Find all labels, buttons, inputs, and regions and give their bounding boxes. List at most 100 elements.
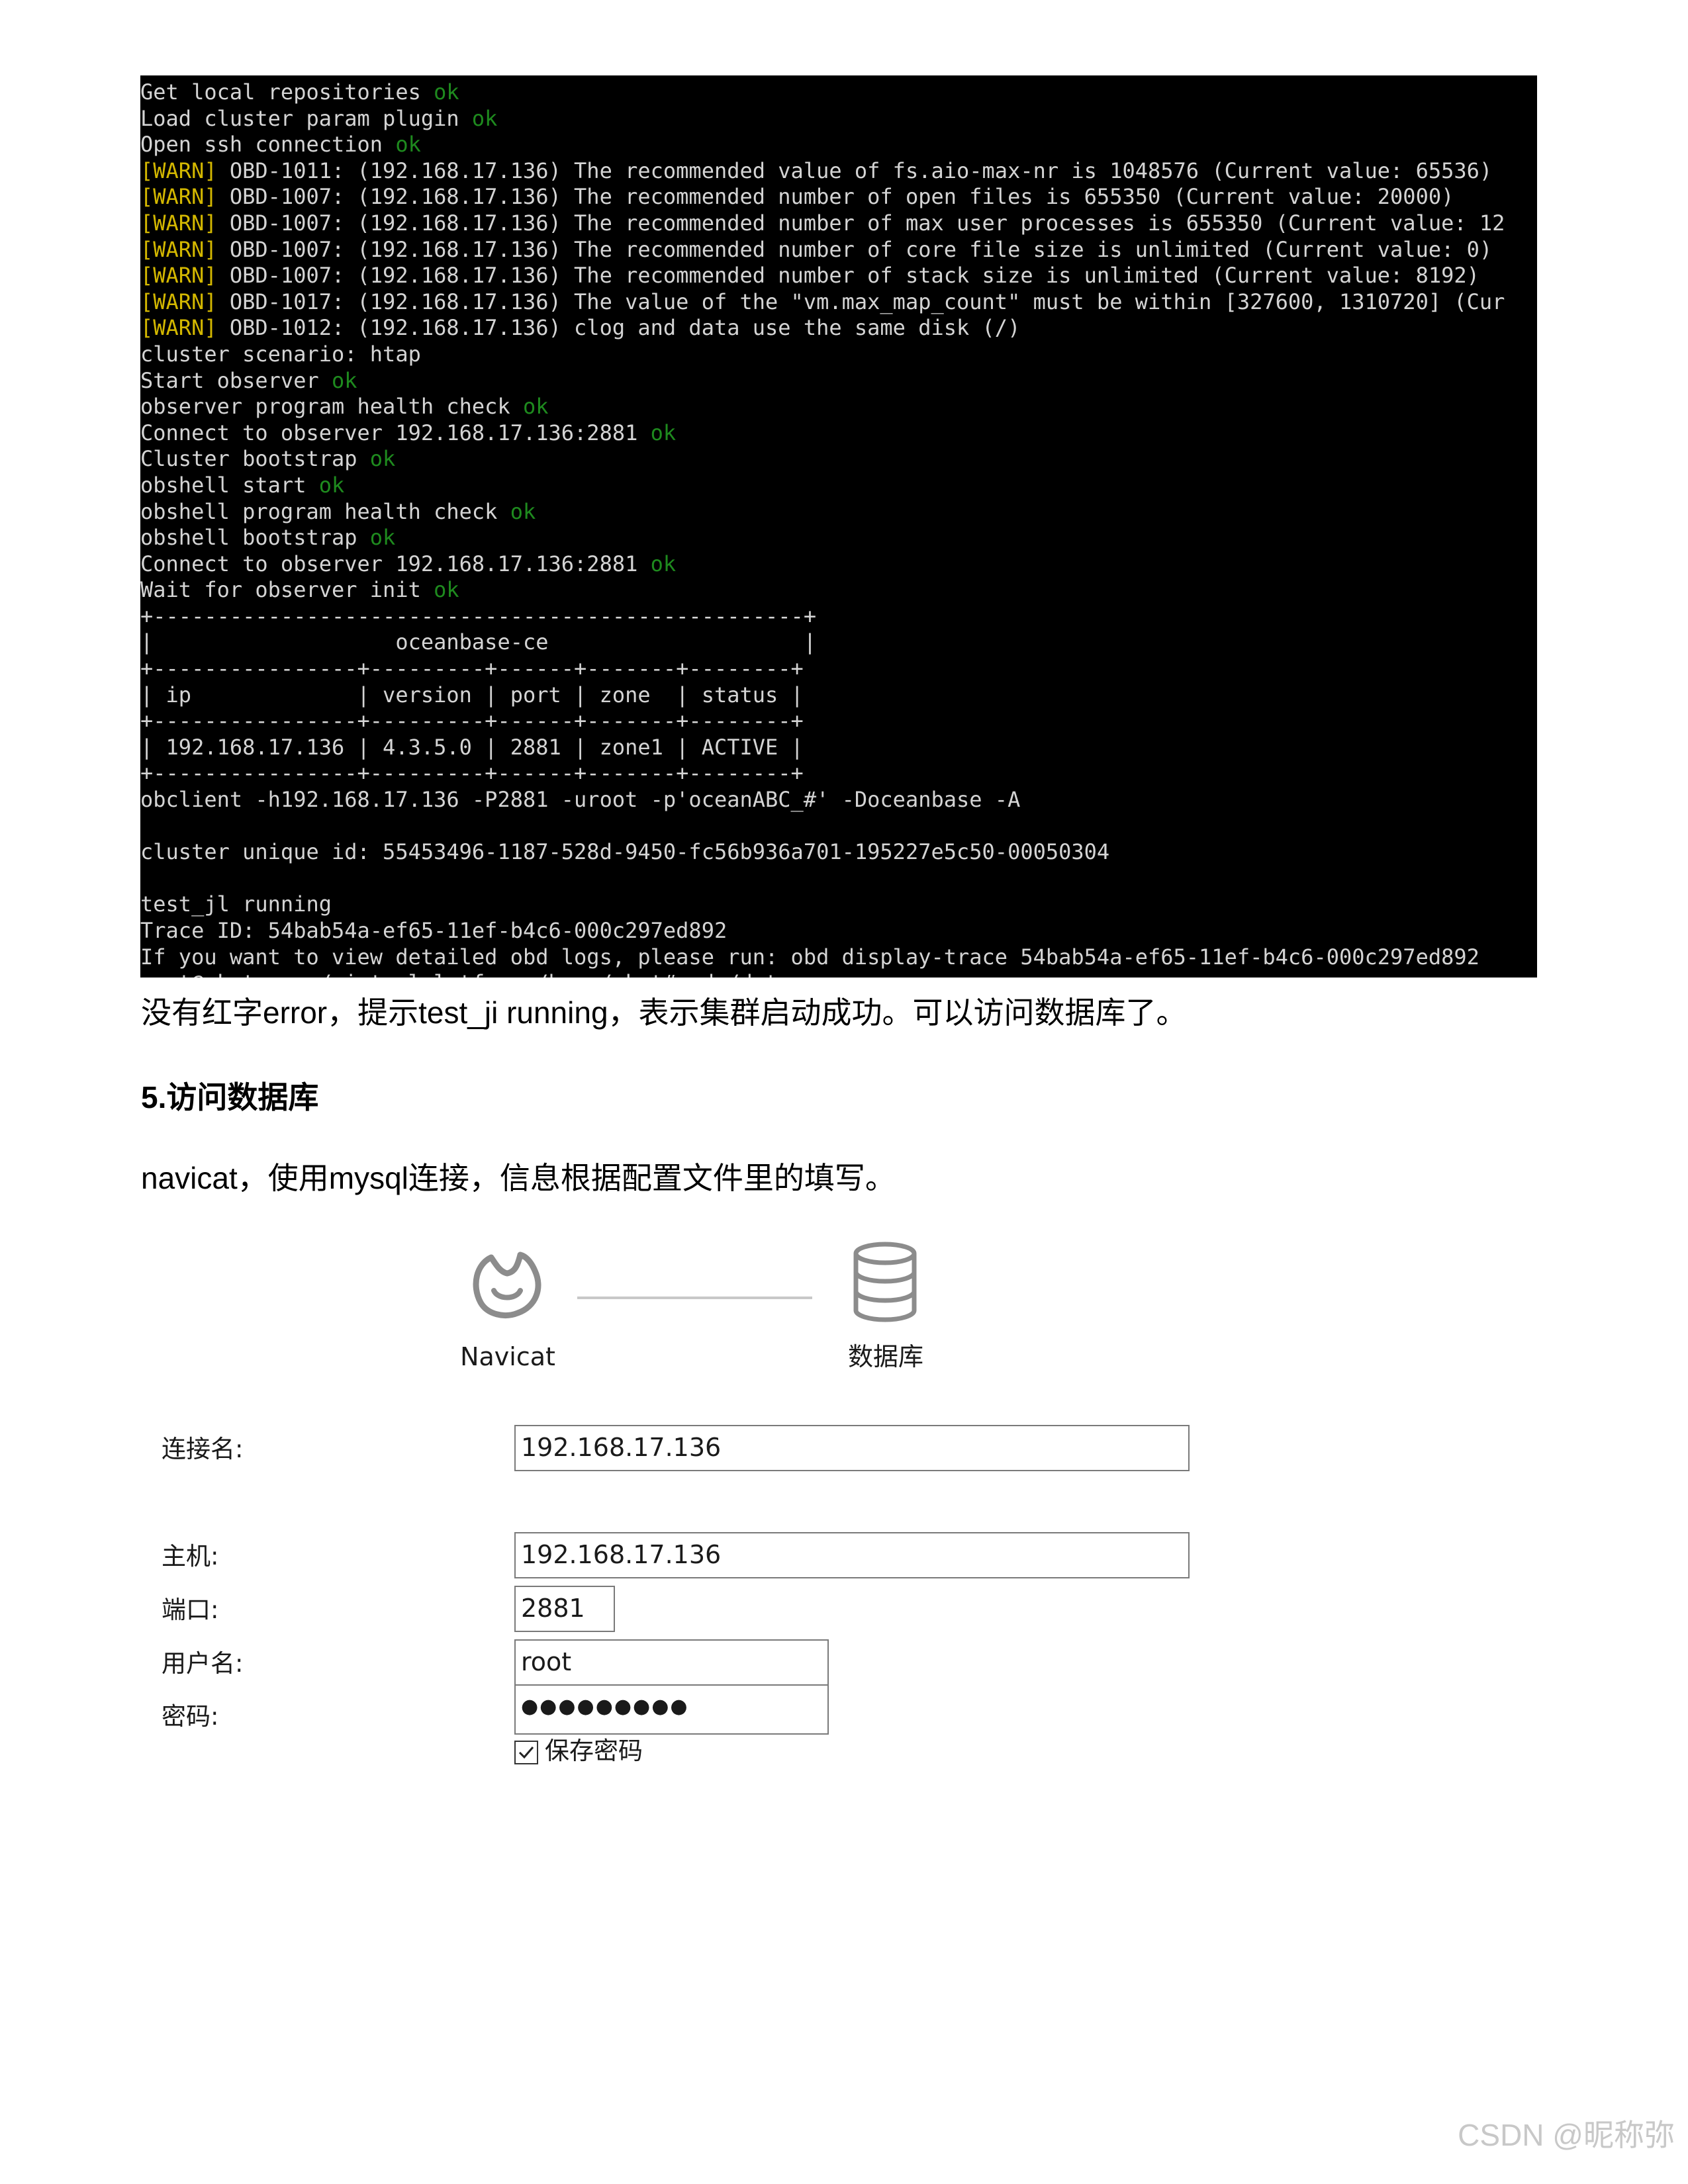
- navicat-connection-dialog: Navicat 数据库 连接名: 192.168.17.136 主机: 192.…: [140, 1224, 1266, 1794]
- terminal-line: +----------------+---------+------+-----…: [140, 656, 1505, 682]
- terminal-text: obshell bootstrap: [140, 525, 370, 551]
- terminal-text: cluster unique id: 55453496-1187-528d-94…: [140, 839, 1110, 865]
- terminal-text: Open ssh connection: [140, 132, 396, 158]
- terminal-text: observer program health check: [140, 394, 523, 420]
- terminal-line: [WARN] OBD-1017: (192.168.17.136) The va…: [140, 289, 1505, 316]
- terminal-line: +----------------+---------+------+-----…: [140, 708, 1505, 735]
- terminal-text: Trace ID: 54bab54a-ef65-11ef-b4c6-000c29…: [140, 918, 727, 943]
- terminal-line: obshell start ok: [140, 473, 1505, 499]
- terminal-line: Connect to observer 192.168.17.136:2881 …: [140, 420, 1505, 447]
- warn-tag: [WARN]: [140, 315, 217, 341]
- terminal-line: Get local repositories ok: [140, 79, 1505, 106]
- terminal-text: Connect to observer 192.168.17.136:2881: [140, 551, 651, 576]
- terminal-line: Open ssh connection ok: [140, 132, 1505, 158]
- terminal-text: +----------------+---------+------+-----…: [140, 760, 804, 786]
- section-heading-access-database: 5.访问数据库: [141, 1080, 319, 1115]
- terminal-line: [WARN] OBD-1012: (192.168.17.136) clog a…: [140, 315, 1505, 341]
- terminal-text: Wait for observer init: [140, 577, 434, 603]
- terminal-line: [WARN] OBD-1007: (192.168.17.136) The re…: [140, 263, 1505, 289]
- terminal-text: | oceanbase-ce |: [140, 629, 817, 655]
- connection-line: [577, 1297, 812, 1299]
- status-ok: ok: [434, 79, 459, 105]
- terminal-text: root@sket-vm:~/virtualplatform:/home/ske…: [140, 970, 791, 978]
- warn-tag: [WARN]: [140, 289, 217, 314]
- save-password-label: 保存密码: [545, 1737, 643, 1765]
- terminal-line: observer program health check ok: [140, 394, 1505, 420]
- terminal-line: obclient -h192.168.17.136 -P2881 -uroot …: [140, 787, 1505, 813]
- terminal-screenshot: Get local repositories ok Load cluster pa…: [140, 75, 1537, 978]
- terminal-line: [WARN] OBD-1007: (192.168.17.136) The re…: [140, 210, 1505, 237]
- terminal-output: Get local repositories ok Load cluster pa…: [140, 79, 1505, 978]
- terminal-text: Start observer: [140, 367, 332, 393]
- terminal-line: | ip | version | port | zone | status |: [140, 682, 1505, 709]
- warn-tag: [WARN]: [140, 263, 217, 289]
- terminal-text: Cluster bootstrap: [140, 446, 370, 472]
- watermark: CSDN @昵称弥: [1458, 2118, 1675, 2152]
- status-ok: ok: [318, 472, 345, 498]
- status-ok: ok: [650, 551, 677, 576]
- terminal-line: Start observer ok: [140, 368, 1505, 394]
- username-input[interactable]: root: [514, 1639, 829, 1686]
- terminal-line: test_jl running: [140, 891, 1505, 918]
- status-ok: ok: [331, 367, 357, 393]
- terminal-text: +----------------+---------+------+-----…: [140, 656, 804, 682]
- terminal-line: cluster unique id: 55453496-1187-528d-94…: [140, 839, 1505, 866]
- status-ok: ok: [369, 525, 396, 551]
- host-input[interactable]: 192.168.17.136: [514, 1532, 1190, 1578]
- warn-tag: [WARN]: [140, 158, 217, 183]
- terminal-text: OBD-1007: (192.168.17.136) The recommend…: [216, 236, 1493, 262]
- terminal-text: | 192.168.17.136 | 4.3.5.0 | 2881 | zone…: [140, 734, 804, 760]
- terminal-line: Trace ID: 54bab54a-ef65-11ef-b4c6-000c29…: [140, 918, 1505, 944]
- terminal-line: If you want to view detailed obd logs, p…: [140, 944, 1505, 971]
- terminal-line: [WARN] OBD-1011: (192.168.17.136) The re…: [140, 158, 1505, 185]
- status-ok: ok: [471, 105, 498, 131]
- terminal-line: obshell program health check ok: [140, 499, 1505, 525]
- terminal-text: Get local repositories: [140, 79, 434, 105]
- port-input[interactable]: 2881: [514, 1586, 615, 1632]
- terminal-line: Cluster bootstrap ok: [140, 446, 1505, 473]
- status-ok: ok: [434, 577, 459, 603]
- terminal-text: Load cluster param plugin: [140, 105, 472, 131]
- checkbox-box[interactable]: [514, 1741, 538, 1764]
- database-icon: [849, 1239, 921, 1325]
- terminal-line: cluster scenario: htap: [140, 341, 1505, 368]
- terminal-text: +----------------+---------+------+-----…: [140, 708, 804, 734]
- navicat-logo-icon: [465, 1239, 551, 1325]
- password-label: 密码:: [162, 1702, 219, 1731]
- status-ok: ok: [510, 498, 536, 524]
- warn-tag: [WARN]: [140, 184, 217, 210]
- connection-name-label: 连接名:: [162, 1435, 244, 1463]
- terminal-line: | 192.168.17.136 | 4.3.5.0 | 2881 | zone…: [140, 735, 1505, 761]
- navicat-label: Navicat: [460, 1342, 555, 1371]
- status-ok: ok: [650, 420, 677, 445]
- status-ok: ok: [395, 132, 421, 158]
- terminal-text: Connect to observer 192.168.17.136:2881: [140, 420, 651, 445]
- terminal-text: OBD-1011: (192.168.17.136) The recommend…: [216, 158, 1493, 183]
- host-label: 主机:: [162, 1542, 219, 1570]
- paragraph-cluster-started: 没有红字error，提示test_ji running，表示集群启动成功。可以访…: [141, 995, 1187, 1030]
- terminal-text: If you want to view detailed obd logs, p…: [140, 944, 1479, 970]
- status-ok: ok: [522, 394, 549, 420]
- terminal-text: obshell start: [140, 472, 319, 498]
- password-input[interactable]: ●●●●●●●●●: [514, 1684, 829, 1735]
- terminal-text: OBD-1017: (192.168.17.136) The value of …: [216, 289, 1505, 314]
- terminal-text: obclient -h192.168.17.136 -P2881 -uroot …: [140, 787, 1021, 813]
- database-label: 数据库: [847, 1342, 923, 1371]
- terminal-text: OBD-1007: (192.168.17.136) The recommend…: [216, 210, 1505, 236]
- connection-name-input[interactable]: 192.168.17.136: [514, 1425, 1190, 1471]
- terminal-line: | oceanbase-ce |: [140, 629, 1505, 656]
- terminal-text: | ip | version | port | zone | status |: [140, 682, 804, 707]
- terminal-text: cluster scenario: htap: [140, 341, 421, 367]
- terminal-text: OBD-1007: (192.168.17.136) The recommend…: [216, 263, 1479, 289]
- terminal-text: OBD-1012: (192.168.17.136) clog and data…: [216, 315, 1021, 341]
- warn-tag: [WARN]: [140, 236, 217, 262]
- terminal-line: root@sket-vm:~/virtualplatform:/home/ske…: [140, 970, 1505, 978]
- terminal-text: obshell program health check: [140, 498, 510, 524]
- terminal-line: Connect to observer 192.168.17.136:2881 …: [140, 551, 1505, 578]
- terminal-line: [WARN] OBD-1007: (192.168.17.136) The re…: [140, 237, 1505, 263]
- terminal-line: +---------------------------------------…: [140, 604, 1505, 630]
- terminal-line: obshell bootstrap ok: [140, 525, 1505, 551]
- status-ok: ok: [369, 446, 396, 472]
